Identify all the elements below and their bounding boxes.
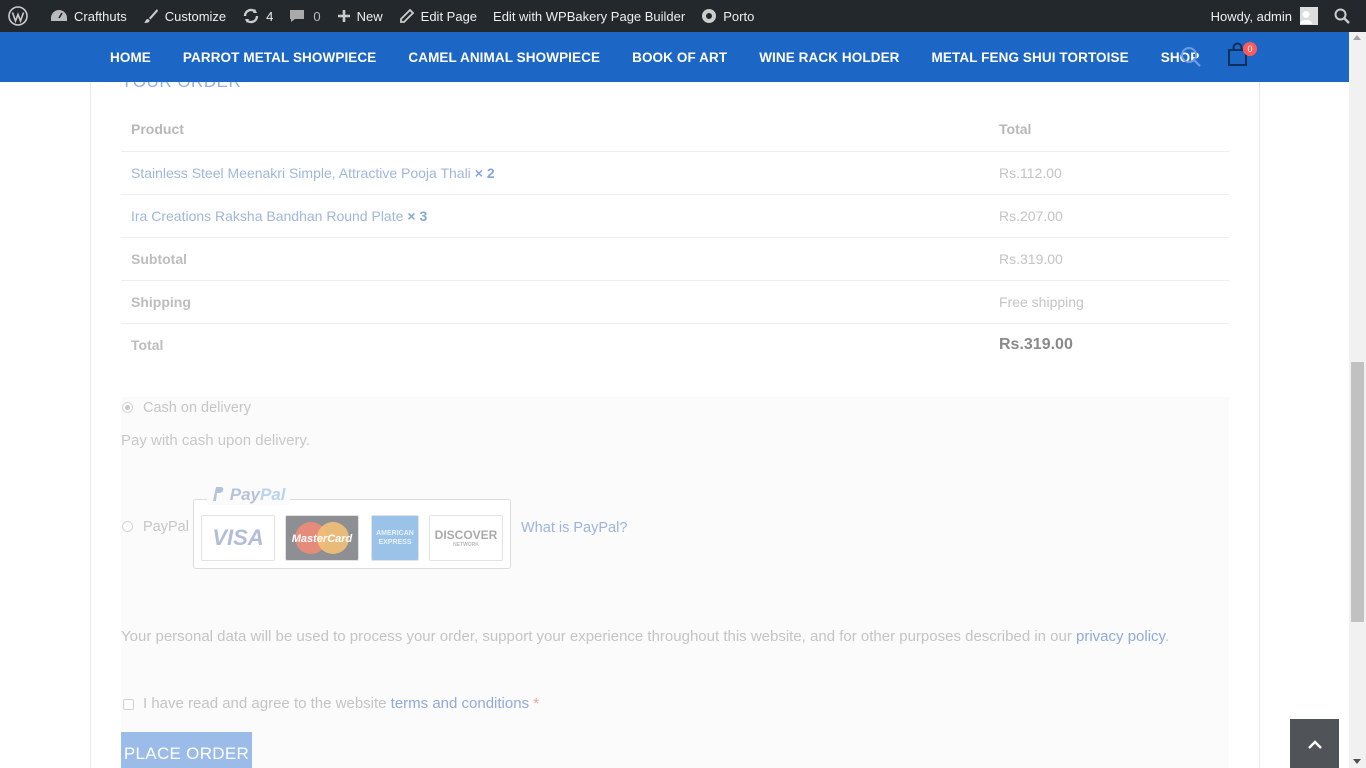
user-icon — [1300, 11, 1312, 24]
order-review-table: Product Total Stainless Steel Meenakri S… — [121, 108, 1229, 366]
mastercard-logo: MasterCard — [285, 515, 359, 561]
my-account-link[interactable]: Howdy, admin — [1203, 0, 1326, 32]
cod-label[interactable]: Cash on delivery — [143, 400, 251, 416]
updates-icon — [243, 8, 259, 24]
new-content-link[interactable]: New — [329, 0, 391, 32]
total-value: Rs.319.00 — [999, 335, 1073, 353]
product-total: Rs.207.00 — [989, 194, 1229, 238]
table-row: Ira Creations Raksha Bandhan Round Plate… — [121, 194, 1229, 238]
customize-label: Customize — [164, 8, 227, 24]
subtotal-row: Subtotal Rs.319.00 — [121, 237, 1229, 281]
product-quantity: × 2 — [474, 164, 495, 181]
nav-item-camel-animal-showpiece[interactable]: CAMEL ANIMAL SHOWPIECE — [392, 50, 616, 65]
terms-and-conditions-link[interactable]: terms and conditions — [391, 695, 529, 712]
amex-card-logo: AMERICAN EXPRESS — [371, 515, 419, 561]
table-header-row: Product Total — [121, 108, 1229, 152]
cod-description: Pay with cash upon delivery. — [121, 432, 310, 449]
visa-card-logo: VISA — [201, 515, 275, 561]
scroll-up-arrow-icon[interactable] — [1353, 35, 1361, 40]
privacy-notice: Your personal data will be used to proce… — [121, 628, 1170, 645]
search-icon — [1334, 8, 1350, 24]
paypal-radio[interactable] — [122, 521, 133, 532]
greeting-text: Howdy, admin — [1210, 8, 1292, 24]
discover-text: DISCOVER — [434, 528, 498, 542]
admin-bar: Crafthuts Customize 4 0 New Edit Page Ed… — [0, 0, 1366, 32]
paypal-label[interactable]: PayPal — [143, 519, 189, 535]
cart-count-badge: 0 — [1243, 42, 1257, 56]
wordpress-icon — [8, 6, 28, 26]
product-cell: Stainless Steel Meenakri Simple, Attract… — [121, 151, 989, 195]
payment-methods: Cash on delivery Pay with cash upon deli… — [121, 397, 1229, 768]
mastercard-icon: MasterCard — [292, 522, 353, 554]
nav-item-book-of-art[interactable]: BOOK OF ART — [616, 50, 743, 65]
comments-count: 0 — [313, 8, 321, 24]
mastercard-text: MasterCard — [292, 533, 353, 545]
wpbakery-label: Edit with WPBakery Page Builder — [493, 8, 686, 24]
subtotal-value: Rs.319.00 — [989, 237, 1229, 281]
shipping-row: Shipping Free shipping — [121, 280, 1229, 324]
new-label: New — [356, 8, 383, 24]
nav-item-home[interactable]: HOME — [94, 50, 167, 65]
wpbakery-link[interactable]: Edit with WPBakery Page Builder — [485, 0, 693, 32]
site-name-link[interactable]: Crafthuts — [42, 0, 135, 32]
scrollbar-thumb[interactable] — [1351, 362, 1364, 622]
brush-icon — [143, 9, 158, 23]
paypal-p-icon — [213, 487, 224, 501]
privacy-policy-link[interactable]: privacy policy — [1076, 628, 1165, 645]
updates-count: 4 — [266, 8, 274, 24]
discover-subtext: NETWORK — [453, 542, 479, 548]
wordpress-logo-button[interactable] — [0, 0, 42, 32]
chevron-up-icon — [1307, 739, 1322, 749]
theme-link[interactable]: Porto — [693, 0, 762, 32]
dashboard-icon — [51, 10, 67, 21]
product-name: Ira Creations Raksha Bandhan Round Plate — [131, 207, 404, 224]
page-scrollbar[interactable] — [1349, 32, 1366, 768]
nav-item-metal-feng-shui-tortoise[interactable]: METAL FENG SHUI TORTOISE — [916, 50, 1145, 65]
product-name: Stainless Steel Meenakri Simple, Attract… — [131, 164, 471, 181]
back-to-top-button[interactable] — [1290, 719, 1339, 768]
site-name: Crafthuts — [74, 8, 127, 24]
edit-page-link[interactable]: Edit Page — [391, 0, 485, 32]
plus-icon — [337, 10, 350, 22]
pencil-icon — [399, 8, 414, 23]
edit-page-label: Edit Page — [420, 8, 478, 24]
admin-search-button[interactable] — [1326, 0, 1366, 32]
what-is-paypal-link[interactable]: What is PayPal? — [521, 520, 627, 536]
comment-icon — [290, 10, 305, 22]
paypal-logo: PayPal — [207, 485, 290, 505]
total-label: Total — [131, 336, 164, 353]
nav-item-parrot-metal-showpiece[interactable]: PARROT METAL SHOWPIECE — [167, 50, 392, 65]
nav-cart-button[interactable]: 0 — [1226, 42, 1257, 73]
product-total: Rs.112.00 — [989, 151, 1229, 195]
main-navigation: HOME PARROT METAL SHOWPIECE CAMEL ANIMAL… — [0, 32, 1349, 82]
comments-link[interactable]: 0 — [281, 0, 328, 32]
product-cell: Ira Creations Raksha Bandhan Round Plate… — [121, 194, 989, 238]
cod-radio[interactable] — [122, 402, 133, 413]
discover-card-logo: DISCOVER NETWORK — [429, 515, 503, 561]
terms-checkbox[interactable] — [123, 699, 134, 710]
place-order-button[interactable]: PLACE ORDER — [121, 732, 252, 768]
customize-link[interactable]: Customize — [135, 0, 234, 32]
theme-gear-icon — [702, 9, 717, 23]
scroll-down-arrow-icon[interactable] — [1353, 759, 1361, 764]
nav-item-wine-rack-holder[interactable]: WINE RACK HOLDER — [743, 50, 915, 65]
column-header-product: Product — [121, 108, 989, 152]
shipping-label: Shipping — [121, 280, 989, 324]
terms-label: I have read and agree to the website ter… — [143, 695, 540, 712]
order-total-row: Total Rs.319.00 — [121, 323, 1229, 366]
column-header-total: Total — [989, 108, 1229, 152]
required-marker: * — [533, 695, 540, 712]
nav-search-button[interactable] — [1180, 46, 1202, 73]
shipping-value: Free shipping — [989, 280, 1229, 324]
updates-link[interactable]: 4 — [234, 0, 281, 32]
search-icon — [1181, 47, 1201, 67]
theme-label: Porto — [723, 8, 755, 24]
checkout-content: YOUR ORDER Product Total Stainless Steel… — [90, 72, 1260, 768]
product-quantity: × 3 — [407, 207, 428, 224]
table-row: Stainless Steel Meenakri Simple, Attract… — [121, 151, 1229, 195]
avatar — [1300, 7, 1318, 25]
subtotal-label: Subtotal — [121, 237, 989, 281]
